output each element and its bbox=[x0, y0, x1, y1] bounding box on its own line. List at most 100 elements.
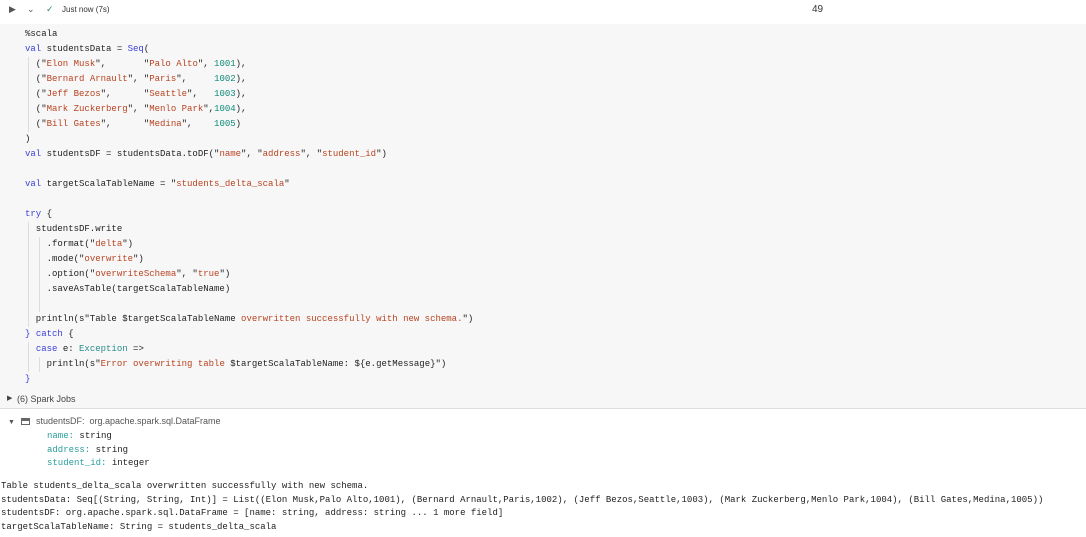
code-line[interactable]: val studentsData = Seq( bbox=[25, 42, 473, 57]
indent-guide bbox=[39, 237, 41, 252]
run-status: Just now (7s) bbox=[62, 5, 110, 14]
schema-header[interactable]: ▼ studentsDF: org.apache.spark.sql.DataFr… bbox=[8, 416, 221, 426]
code-token: .option(" bbox=[25, 269, 96, 279]
code-token: .mode(" bbox=[25, 254, 85, 264]
code-line[interactable]: ("Elon Musk", "Palo Alto", 1001), bbox=[25, 57, 473, 72]
spark-jobs-label: (6) Spark Jobs bbox=[17, 394, 76, 404]
indent-guide bbox=[28, 57, 30, 72]
code-token: .format(" bbox=[25, 239, 96, 249]
code-token: overwrite bbox=[84, 254, 134, 264]
code-token: Jeff Bezos bbox=[46, 89, 101, 99]
code-token: ") bbox=[133, 254, 144, 264]
indent-guide bbox=[28, 357, 30, 372]
code-line[interactable]: ("Bill Gates", "Medina", 1005) bbox=[25, 117, 473, 132]
code-token: Medina bbox=[149, 119, 182, 129]
code-token: .saveAsTable(targetScalaTableName) bbox=[25, 284, 231, 294]
code-line[interactable] bbox=[25, 162, 473, 177]
code-token: overwritten successfully with new schema… bbox=[241, 314, 463, 324]
code-token: studentsData = bbox=[41, 44, 128, 54]
code-token: ", " bbox=[127, 104, 150, 114]
code-lines[interactable]: %scala val studentsData = Seq( (" Elon Mus… bbox=[25, 27, 473, 387]
indent-guide bbox=[28, 282, 30, 297]
indent-guide bbox=[39, 252, 41, 267]
code-token: ", " bbox=[100, 89, 150, 99]
code-token: 1004 bbox=[214, 104, 236, 114]
code-token: ") bbox=[462, 314, 474, 324]
code-line[interactable]: val studentsDF = studentsData.toDF("name… bbox=[25, 147, 473, 162]
code-line[interactable]: .mode("overwrite") bbox=[25, 252, 473, 267]
code-token: Seq bbox=[127, 44, 144, 54]
code-token: catch bbox=[35, 329, 63, 339]
code-line[interactable]: val targetScalaTableName = "students_del… bbox=[25, 177, 473, 192]
schema-df-name: studentsDF: bbox=[35, 416, 85, 426]
code-line[interactable]: .saveAsTable(targetScalaTableName) bbox=[25, 282, 473, 297]
indent-guide bbox=[28, 117, 30, 132]
code-token: case bbox=[35, 344, 58, 354]
code-line[interactable]: case e: Exception => bbox=[25, 342, 473, 357]
chevron-down-icon[interactable]: ⌄ bbox=[27, 4, 35, 15]
code-token: ") bbox=[122, 239, 134, 249]
code-token: targetScalaTableName = " bbox=[41, 179, 177, 189]
indent-guide bbox=[28, 222, 30, 237]
code-token: ) bbox=[235, 119, 242, 129]
code-line[interactable]: } bbox=[25, 372, 473, 387]
indent-guide bbox=[28, 312, 30, 327]
code-token: 1003 bbox=[214, 89, 236, 99]
code-token: address bbox=[262, 149, 301, 159]
schema-df-type: org.apache.spark.sql.DataFrame bbox=[89, 416, 221, 426]
indent-guide bbox=[39, 297, 41, 312]
code-token: delta bbox=[95, 239, 123, 249]
code-token: ", " bbox=[127, 74, 150, 84]
caret-right-icon[interactable]: ▶ bbox=[7, 394, 12, 402]
code-token: try bbox=[25, 209, 42, 219]
output-line: studentsData: Seq[(String, String, Int)]… bbox=[1, 494, 1044, 505]
caret-down-icon[interactable]: ▼ bbox=[8, 419, 15, 426]
code-line[interactable]: .option("overwriteSchema", "true") bbox=[25, 267, 473, 282]
indent-guide bbox=[28, 342, 30, 357]
code-token: studentsDF.write bbox=[25, 224, 123, 234]
code-line[interactable]: println(s"Table $targetScalaTableName ov… bbox=[25, 312, 473, 327]
code-token: ", bbox=[181, 119, 215, 129]
code-token: ) bbox=[25, 134, 31, 144]
output-line: targetScalaTableName: String = students_… bbox=[1, 521, 277, 532]
code-token: Exception bbox=[79, 344, 128, 354]
code-token: { bbox=[41, 209, 53, 219]
code-token: ", " bbox=[300, 149, 323, 159]
code-token: ", " bbox=[176, 269, 198, 279]
code-line[interactable]: println(s"Error overwriting table $targe… bbox=[25, 357, 473, 372]
code-token: println(s" bbox=[25, 359, 101, 369]
indent-guide bbox=[28, 102, 30, 117]
code-token: Menlo Park bbox=[149, 104, 204, 114]
code-token: ") bbox=[376, 149, 387, 159]
code-token: studentsDF = studentsData.toDF(" bbox=[41, 149, 220, 159]
field-name: name: bbox=[47, 431, 75, 441]
code-line[interactable]: ("Bernard Arnault", "Paris", 1002), bbox=[25, 72, 473, 87]
code-token: ", " bbox=[100, 119, 150, 129]
cell-number: 49 bbox=[812, 4, 824, 15]
spark-jobs-toggle[interactable]: ▶ (6) Spark Jobs bbox=[0, 389, 1086, 409]
code-token: ), bbox=[235, 59, 247, 69]
code-token: } bbox=[25, 374, 31, 384]
code-editor[interactable]: %scala val studentsData = Seq( (" Elon Mus… bbox=[0, 24, 1086, 389]
output-line: studentsDF: org.apache.spark.sql.DataFra… bbox=[1, 508, 504, 518]
code-token: Bernard Arnault bbox=[46, 74, 128, 84]
code-line[interactable]: ("Mark Zuckerberg", "Menlo Park",1004), bbox=[25, 102, 473, 117]
code-line[interactable]: } catch { bbox=[25, 327, 473, 342]
field-type: string bbox=[90, 444, 129, 455]
code-line[interactable]: studentsDF.write bbox=[25, 222, 473, 237]
code-line[interactable]: %scala bbox=[25, 27, 473, 42]
code-line[interactable] bbox=[25, 192, 473, 207]
code-token: Seattle bbox=[149, 89, 188, 99]
table-icon bbox=[20, 418, 30, 426]
indent-guide bbox=[39, 357, 41, 372]
code-line[interactable]: try { bbox=[25, 207, 473, 222]
code-token: %scala bbox=[25, 29, 58, 39]
code-line[interactable]: ("Jeff Bezos", "Seattle", 1003), bbox=[25, 87, 473, 102]
play-icon[interactable]: ▶ bbox=[9, 4, 16, 15]
field-type: string bbox=[74, 431, 112, 441]
code-line[interactable]: ) bbox=[25, 132, 473, 147]
code-line[interactable]: .format("delta") bbox=[25, 237, 473, 252]
code-line[interactable] bbox=[25, 297, 473, 312]
indent-guide bbox=[28, 267, 30, 282]
output-log: Table students_delta_scala overwritten s… bbox=[1, 480, 1043, 534]
